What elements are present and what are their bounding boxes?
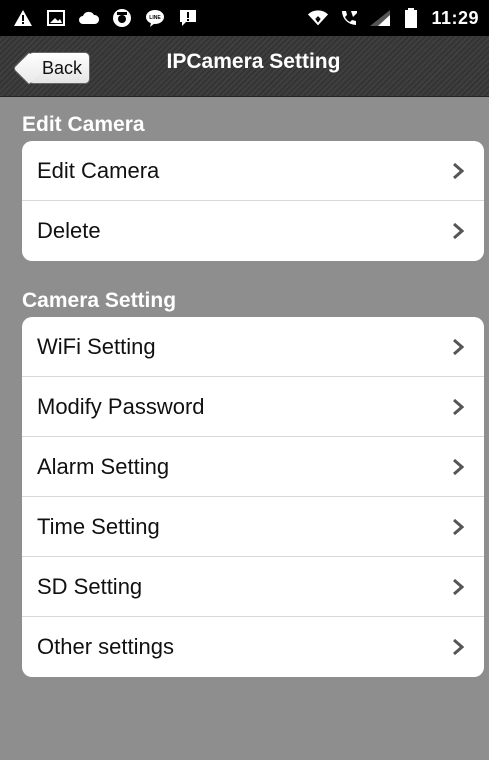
row-label: WiFi Setting bbox=[37, 333, 156, 359]
row-label: Delete bbox=[37, 218, 101, 243]
section-header-edit-camera: Edit Camera bbox=[22, 113, 145, 136]
warning-icon bbox=[12, 8, 34, 28]
camera-app-icon bbox=[111, 8, 133, 28]
status-icons-left: LINE bbox=[12, 8, 199, 28]
row-alarm-setting[interactable]: Alarm Setting bbox=[22, 437, 484, 497]
cloud-icon bbox=[78, 8, 100, 28]
chevron-right-icon bbox=[452, 638, 466, 656]
row-label: SD Setting bbox=[37, 573, 143, 599]
status-time: 11:29 bbox=[431, 7, 479, 28]
row-edit-camera[interactable]: Edit Camera bbox=[22, 141, 484, 201]
battery-icon bbox=[400, 8, 422, 28]
svg-text:LINE: LINE bbox=[149, 15, 161, 21]
row-label: Alarm Setting bbox=[37, 453, 170, 479]
status-icons-right: 11:29 bbox=[307, 8, 479, 29]
row-delete[interactable]: Delete bbox=[22, 201, 484, 261]
call-icon bbox=[338, 8, 360, 28]
chevron-right-icon bbox=[452, 222, 466, 240]
chevron-right-icon bbox=[452, 398, 466, 416]
section-header-camera-setting: Camera Setting bbox=[22, 289, 177, 312]
row-wifi-setting[interactable]: WiFi Setting bbox=[22, 317, 484, 377]
row-modify-password[interactable]: Modify Password bbox=[22, 377, 484, 437]
image-icon bbox=[45, 8, 67, 28]
chevron-right-icon bbox=[452, 578, 466, 596]
row-sd-setting[interactable]: SD Setting bbox=[22, 557, 484, 617]
back-button-label: Back bbox=[41, 57, 83, 78]
chevron-right-icon bbox=[452, 518, 466, 536]
line-icon: LINE bbox=[144, 8, 166, 28]
row-label: Time Setting bbox=[37, 513, 160, 539]
chevron-right-icon bbox=[452, 338, 466, 356]
edit-camera-group: Edit Camera Delete bbox=[22, 141, 484, 261]
chevron-right-icon bbox=[452, 458, 466, 476]
row-label: Modify Password bbox=[37, 393, 205, 419]
message-alert-icon bbox=[177, 8, 199, 28]
camera-setting-group: WiFi Setting Modify Password Alarm Setti… bbox=[22, 317, 484, 677]
wifi-icon bbox=[307, 8, 329, 28]
row-label: Edit Camera bbox=[37, 157, 160, 183]
row-other-settings[interactable]: Other settings bbox=[22, 617, 484, 677]
row-time-setting[interactable]: Time Setting bbox=[22, 497, 484, 557]
nav-bar: Back IPCamera Setting bbox=[0, 36, 489, 97]
status-bar: LINE 11:29 bbox=[0, 0, 489, 36]
row-label: Other settings bbox=[37, 634, 174, 659]
signal-icon bbox=[369, 8, 391, 28]
chevron-right-icon bbox=[452, 162, 466, 180]
